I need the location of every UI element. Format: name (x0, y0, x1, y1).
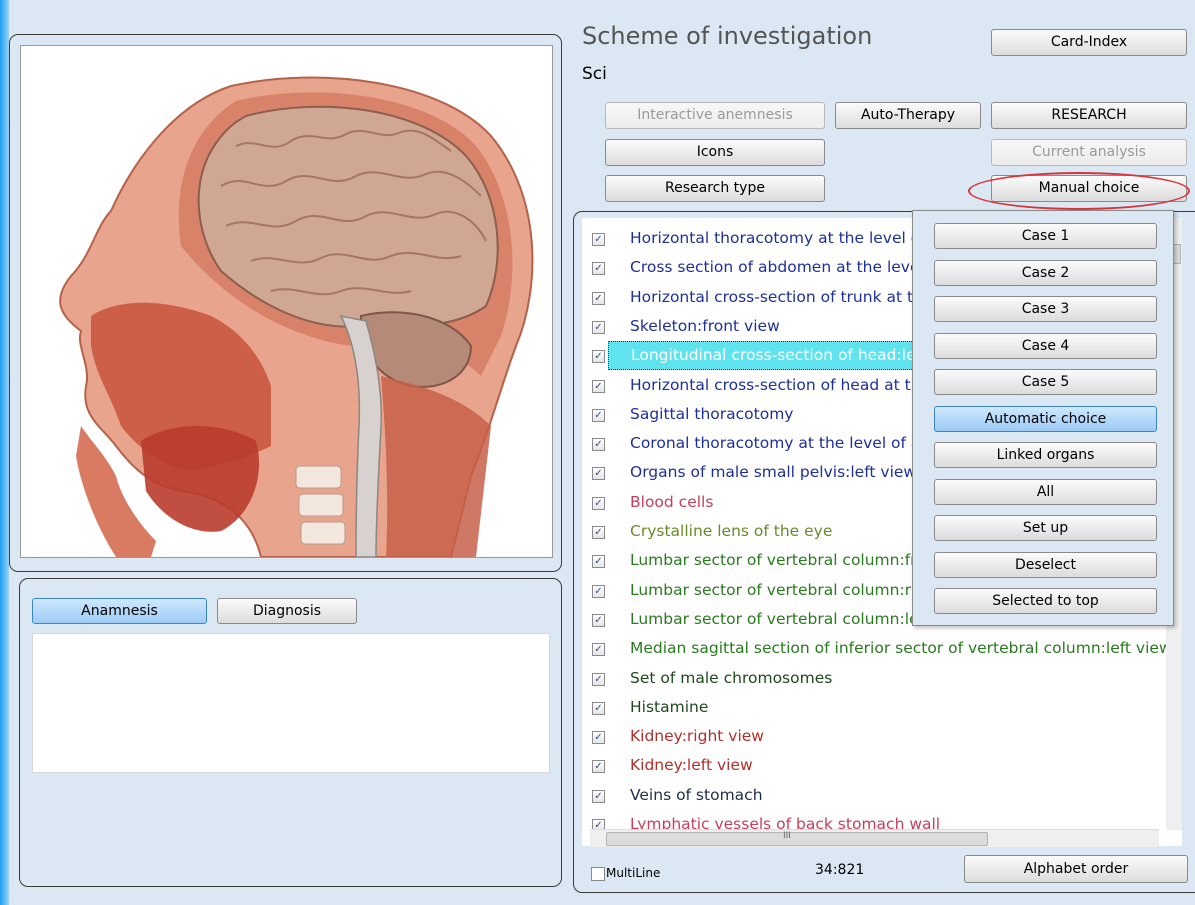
popup-option-button[interactable]: Case 5 (934, 369, 1157, 395)
item-label: Kidney:left view (630, 756, 753, 775)
item-counter: 34:821 (815, 862, 865, 878)
item-checkbox[interactable]: ✓ (592, 584, 605, 598)
item-label: Histamine (630, 697, 709, 716)
item-label: Median sagittal section of inferior sect… (630, 639, 1172, 658)
item-checkbox[interactable]: ✓ (592, 438, 605, 452)
image-panel (9, 34, 562, 572)
item-label: Longitudinal cross-section of head:lef (608, 341, 927, 371)
item-label: Coronal thoracotomy at the level of a (630, 434, 921, 453)
item-label: Veins of stomach (630, 785, 763, 804)
scroll-grip: III (783, 831, 791, 841)
card-index-button[interactable]: Card-Index (991, 29, 1187, 56)
current-analysis-button[interactable]: Current analysis (991, 139, 1187, 166)
interactive-anamnesis-button[interactable]: Interactive anemnesis (605, 102, 825, 129)
popup-option-button[interactable]: Deselect (934, 551, 1157, 578)
item-checkbox[interactable]: ✓ (592, 467, 605, 481)
item-checkbox[interactable]: ✓ (592, 760, 605, 774)
list-item[interactable]: ✓ Set of male chromosomes (582, 664, 1182, 693)
research-type-button[interactable]: Research type (605, 175, 825, 202)
item-label: Cross section of abdomen at the leve (630, 258, 920, 277)
anamnesis-panel: Anamnesis Diagnosis (19, 578, 562, 887)
head-cross-section-illustration (59, 76, 534, 557)
item-checkbox[interactable]: ✓ (592, 789, 605, 803)
horizontal-scroll-thumb[interactable]: III (606, 831, 988, 846)
list-item[interactable]: ✓ Median sagittal section of inferior sec… (582, 634, 1182, 663)
item-checkbox[interactable]: ✓ (592, 379, 605, 393)
item-label: Lumbar sector of vertebral column:fr (630, 551, 917, 570)
horizontal-scrollbar[interactable]: III (590, 829, 1159, 847)
manual-choice-popup: Case 1 Case 2 Case 3 Case 4 Case 5 Automatic … (912, 210, 1174, 626)
page-title: Scheme of investigation (582, 22, 873, 50)
item-checkbox[interactable]: ✓ (592, 408, 605, 422)
page-subtitle: Sci (582, 64, 607, 84)
item-checkbox[interactable]: ✓ (592, 233, 605, 246)
item-label: Lumbar sector of vertebral column:rig (630, 580, 926, 599)
item-checkbox[interactable]: ✓ (592, 555, 605, 569)
item-checkbox[interactable]: ✓ (592, 672, 605, 686)
list-item[interactable]: ✓ Histamine (582, 693, 1182, 722)
item-label: Kidney:right view (630, 727, 764, 746)
popup-option-button[interactable]: All (934, 478, 1157, 505)
icons-button[interactable]: Icons (605, 139, 825, 166)
item-checkbox[interactable]: ✓ (592, 731, 605, 745)
item-label: Horizontal thoracotomy at the level o (630, 229, 921, 247)
research-button[interactable]: RESEARCH (991, 102, 1187, 129)
item-label: Set of male chromosomes (630, 668, 833, 687)
item-label: Horizontal cross-section of head at th (630, 375, 921, 394)
item-checkbox[interactable]: ✓ (592, 350, 605, 364)
item-label: Skeleton:front view (630, 316, 780, 335)
item-label: Crystalline lens of the eye (630, 522, 833, 540)
auto-therapy-button[interactable]: Auto-Therapy (835, 102, 981, 129)
alphabet-order-button[interactable]: Alphabet order (964, 855, 1188, 883)
diagnosis-tab[interactable]: Diagnosis (217, 598, 357, 624)
item-checkbox[interactable]: ✓ (592, 262, 605, 276)
manual-choice-button[interactable]: Manual choice (991, 175, 1187, 202)
multiline-label: MultiLine (606, 866, 661, 880)
anamnesis-tab[interactable]: Anamnesis (32, 598, 207, 624)
item-label: Sagittal thoracotomy (630, 404, 794, 423)
item-checkbox[interactable]: ✓ (592, 526, 605, 539)
popup-option-button[interactable]: Set up (934, 515, 1157, 541)
list-item[interactable]: ✓ Veins of stomach (582, 781, 1182, 810)
item-checkbox[interactable]: ✓ (592, 613, 605, 627)
item-checkbox[interactable]: ✓ (592, 496, 605, 510)
item-checkbox[interactable]: ✓ (592, 701, 605, 715)
item-label: Organs of male small pelvis:left view (630, 463, 917, 482)
popup-option-button[interactable]: Linked organs (934, 442, 1157, 468)
popup-option-button[interactable]: Case 1 (934, 223, 1157, 249)
anamnesis-text-area[interactable] (32, 633, 550, 773)
anatomy-image (20, 45, 553, 558)
popup-option-button[interactable]: Case 3 (934, 296, 1157, 322)
popup-option-button[interactable]: Selected to top (934, 588, 1157, 614)
popup-option-button[interactable]: Automatic choice (934, 405, 1157, 432)
item-label: Lumbar sector of vertebral column:le (630, 609, 919, 628)
popup-option-button[interactable]: Case 4 (934, 332, 1157, 359)
item-checkbox[interactable]: ✓ (592, 320, 605, 334)
popup-option-button[interactable]: Case 2 (934, 259, 1157, 286)
item-checkbox[interactable]: ✓ (592, 643, 605, 657)
item-checkbox[interactable]: ✓ (592, 291, 605, 305)
list-item[interactable]: ✓ Kidney:left view (582, 751, 1182, 780)
item-label: Horizontal cross-section of trunk at th (630, 287, 923, 306)
list-item[interactable]: ✓ Kidney:right view (582, 722, 1182, 751)
multiline-checkbox[interactable] (591, 867, 605, 881)
item-label: Blood cells (630, 492, 714, 511)
window-edge-strip (0, 0, 9, 905)
